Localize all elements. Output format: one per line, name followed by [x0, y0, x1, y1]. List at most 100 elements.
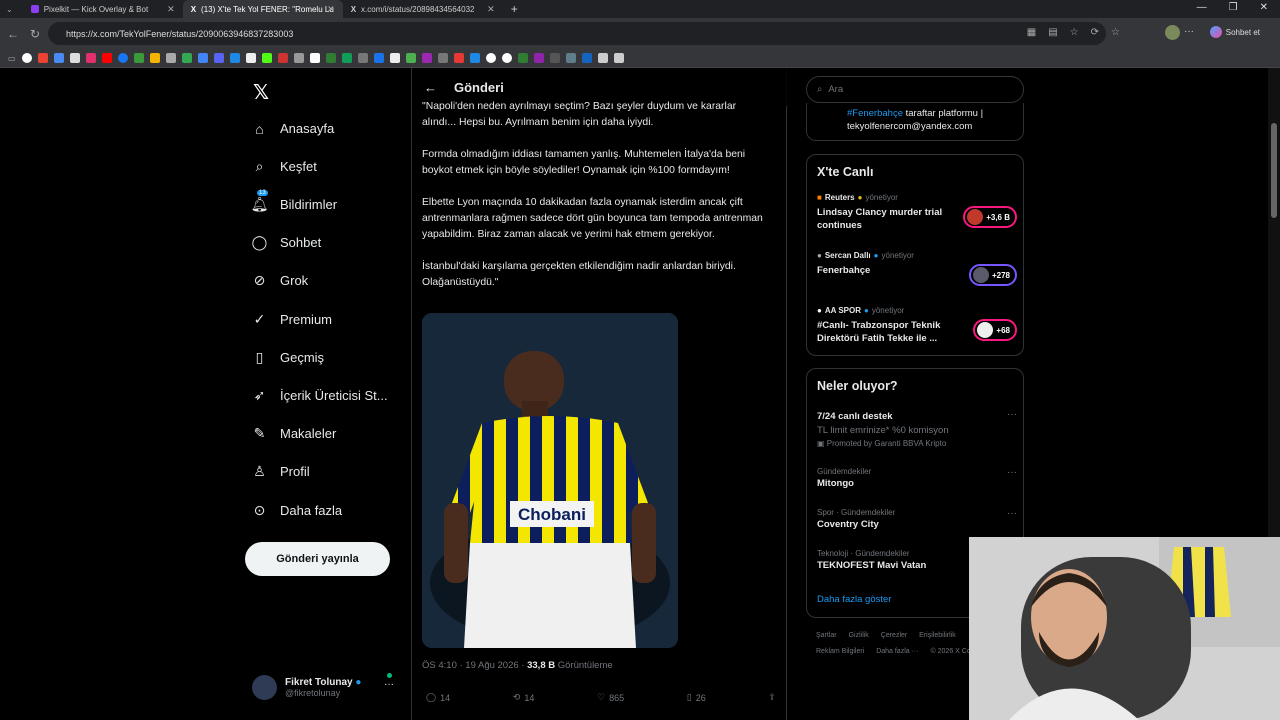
- repost-button[interactable]: ⟲ 14: [513, 692, 535, 703]
- hashtag-link[interactable]: #Fenerbahçe: [847, 108, 903, 119]
- live-item[interactable]: ● AA SPOR ● yönetiyor #Canlı- Trabzonspor T…: [817, 306, 1017, 345]
- bookmark-icon[interactable]: [229, 53, 240, 63]
- search-input[interactable]: ⌕ Ara: [806, 76, 1024, 103]
- bookmark-icon[interactable]: [453, 53, 464, 63]
- favorite-icon[interactable]: ☆: [1070, 27, 1079, 38]
- footer-link[interactable]: Şartlar: [816, 632, 837, 639]
- bookmark-icon[interactable]: [389, 53, 400, 63]
- maximize-icon[interactable]: ❐: [1229, 2, 1238, 13]
- footer-link[interactable]: Çerezler: [881, 632, 907, 639]
- profile-avatar[interactable]: [1165, 25, 1180, 40]
- bookmark-button[interactable]: ▯ 26: [687, 692, 706, 703]
- like-button[interactable]: ♡ 865: [597, 692, 624, 703]
- bookmark-icon[interactable]: [181, 53, 192, 63]
- bookmark-icon[interactable]: [613, 53, 624, 63]
- close-tab-icon[interactable]: ✕: [487, 4, 495, 15]
- back-icon[interactable]: ←: [2, 27, 24, 41]
- nav-item-bookmarks[interactable]: ▯ Geçmiş: [251, 349, 324, 366]
- footer-link[interactable]: Erişilebilirlik: [919, 632, 956, 639]
- bookmark-icon[interactable]: [533, 53, 544, 63]
- bookmark-icon[interactable]: [325, 53, 336, 63]
- bookmark-folder-icon[interactable]: ▭: [8, 54, 16, 63]
- minimize-icon[interactable]: —: [1197, 2, 1207, 13]
- share-button[interactable]: ⇪: [768, 692, 776, 703]
- close-tab-icon[interactable]: ✕: [167, 4, 175, 15]
- footer-link[interactable]: Gizlilik: [849, 632, 869, 639]
- x-logo-icon[interactable]: 𝕏: [253, 80, 269, 105]
- nav-item-explore[interactable]: ⌕ Keşfet: [251, 158, 317, 175]
- bookmark-icon[interactable]: [341, 53, 352, 63]
- bookmark-icon[interactable]: [245, 53, 256, 63]
- chat-button[interactable]: Sohbet et: [1209, 26, 1260, 38]
- bookmark-icon[interactable]: [501, 53, 512, 63]
- show-more-link[interactable]: Daha fazla göster: [817, 594, 891, 605]
- reader-icon[interactable]: ▤: [1048, 27, 1057, 38]
- bookmark-icon[interactable]: [581, 53, 592, 63]
- bookmark-icon[interactable]: [261, 53, 272, 63]
- bookmark-icon[interactable]: [213, 53, 224, 63]
- bookmark-icon[interactable]: [357, 53, 368, 63]
- bookmark-icon[interactable]: [597, 53, 608, 63]
- bookmark-icon[interactable]: [293, 53, 304, 63]
- bookmark-icon[interactable]: [277, 53, 288, 63]
- footer-link[interactable]: Daha fazla ···: [876, 648, 918, 655]
- nav-item-notifications[interactable]: 🔔︎ 13 Bildirimler: [251, 190, 337, 213]
- new-tab-icon[interactable]: +: [511, 2, 518, 16]
- bookmark-icon[interactable]: [37, 53, 48, 63]
- bookmark-icon[interactable]: [549, 53, 560, 63]
- bookmark-icon[interactable]: [373, 53, 384, 63]
- more-dots-icon[interactable]: ···: [1007, 508, 1017, 519]
- footer-link[interactable]: Reklam Bilgileri: [816, 648, 864, 655]
- more-dots-icon[interactable]: ···: [384, 679, 394, 690]
- bookmark-icon[interactable]: [21, 53, 32, 63]
- trend-item[interactable]: Spor · Gündemdekiler Coventry City ···: [817, 508, 1017, 530]
- bookmark-icon[interactable]: [565, 53, 576, 63]
- bookmark-icon[interactable]: [405, 53, 416, 63]
- bookmark-icon[interactable]: [437, 53, 448, 63]
- back-arrow-icon[interactable]: ←: [424, 80, 437, 95]
- browser-tab[interactable]: X x.com/i/status/20898434564032 ✕: [343, 0, 503, 18]
- close-window-icon[interactable]: ✕: [1260, 2, 1268, 13]
- nav-item-more[interactable]: ⊙ Daha fazla: [251, 502, 343, 519]
- browser-tab-active[interactable]: X (13) X'te Tek Yol FENER: "Romelu Lu ✕: [182, 0, 343, 18]
- bookmark-icon[interactable]: [421, 53, 432, 63]
- refresh-icon[interactable]: ⟳: [1091, 27, 1099, 38]
- tab-search-icon[interactable]: ⌄: [6, 5, 13, 14]
- more-dots-icon[interactable]: ···: [1007, 409, 1017, 420]
- reply-button[interactable]: ◯ 14: [426, 692, 450, 703]
- reload-icon[interactable]: ↻: [24, 27, 46, 41]
- bookmark-icon[interactable]: [69, 53, 80, 63]
- more-dots-icon[interactable]: ···: [1007, 467, 1017, 478]
- post-button[interactable]: Gönderi yayınla: [245, 542, 390, 576]
- nav-item-creator-studio[interactable]: ➶ İçerik Üreticisi St...: [251, 387, 388, 404]
- post-image[interactable]: Chobani: [422, 313, 678, 648]
- nav-item-home[interactable]: ⌂ Anasayfa: [251, 120, 334, 137]
- bookmark-icon[interactable]: [53, 53, 64, 63]
- nav-item-grok[interactable]: ⊘ Grok: [251, 272, 309, 289]
- bookmark-icon[interactable]: [197, 53, 208, 63]
- nav-item-premium[interactable]: ✓ Premium: [251, 311, 332, 328]
- trend-item[interactable]: 7/24 canlı destek TL limit emrinize* %0 …: [817, 409, 1017, 448]
- bookmark-icon[interactable]: [469, 53, 480, 63]
- live-item[interactable]: ■ Reuters ● yönetiyor Lindsay Clancy murder…: [817, 193, 1017, 232]
- account-switcher[interactable]: Fikret Tolunay ● @fikretolunay ···: [252, 673, 404, 700]
- nav-item-profile[interactable]: ♙ Profil: [251, 463, 309, 480]
- bookmark-icon[interactable]: [117, 53, 128, 63]
- bookmark-icon[interactable]: [133, 53, 144, 63]
- bookmark-icon[interactable]: [309, 53, 320, 63]
- close-tab-icon[interactable]: ✕: [327, 4, 335, 15]
- nav-item-articles[interactable]: ✎ Makaleler: [251, 425, 337, 442]
- menu-dots-icon[interactable]: ···: [1184, 26, 1194, 37]
- bookmark-icon[interactable]: [517, 53, 528, 63]
- favorites-bar-icon[interactable]: ☆: [1111, 27, 1120, 38]
- scrollbar-thumb[interactable]: [1271, 123, 1277, 218]
- bookmark-icon[interactable]: [85, 53, 96, 63]
- live-item[interactable]: ● Sercan Dallı ● yönetiyor Fenerbahçe +278: [817, 251, 1017, 286]
- bookmark-icon[interactable]: [149, 53, 160, 63]
- url-input[interactable]: https://x.com/TekYolFener/status/2090063…: [48, 22, 1106, 45]
- nav-item-chat[interactable]: ◯ Sohbet: [251, 234, 322, 251]
- trend-item[interactable]: Gündemdekiler Mitongo ···: [817, 467, 1017, 489]
- apps-icon[interactable]: ▦: [1027, 27, 1036, 38]
- bookmark-icon[interactable]: [485, 53, 496, 63]
- browser-tab[interactable]: Pixelkit — Kick Overlay & Bot ✕: [23, 0, 183, 18]
